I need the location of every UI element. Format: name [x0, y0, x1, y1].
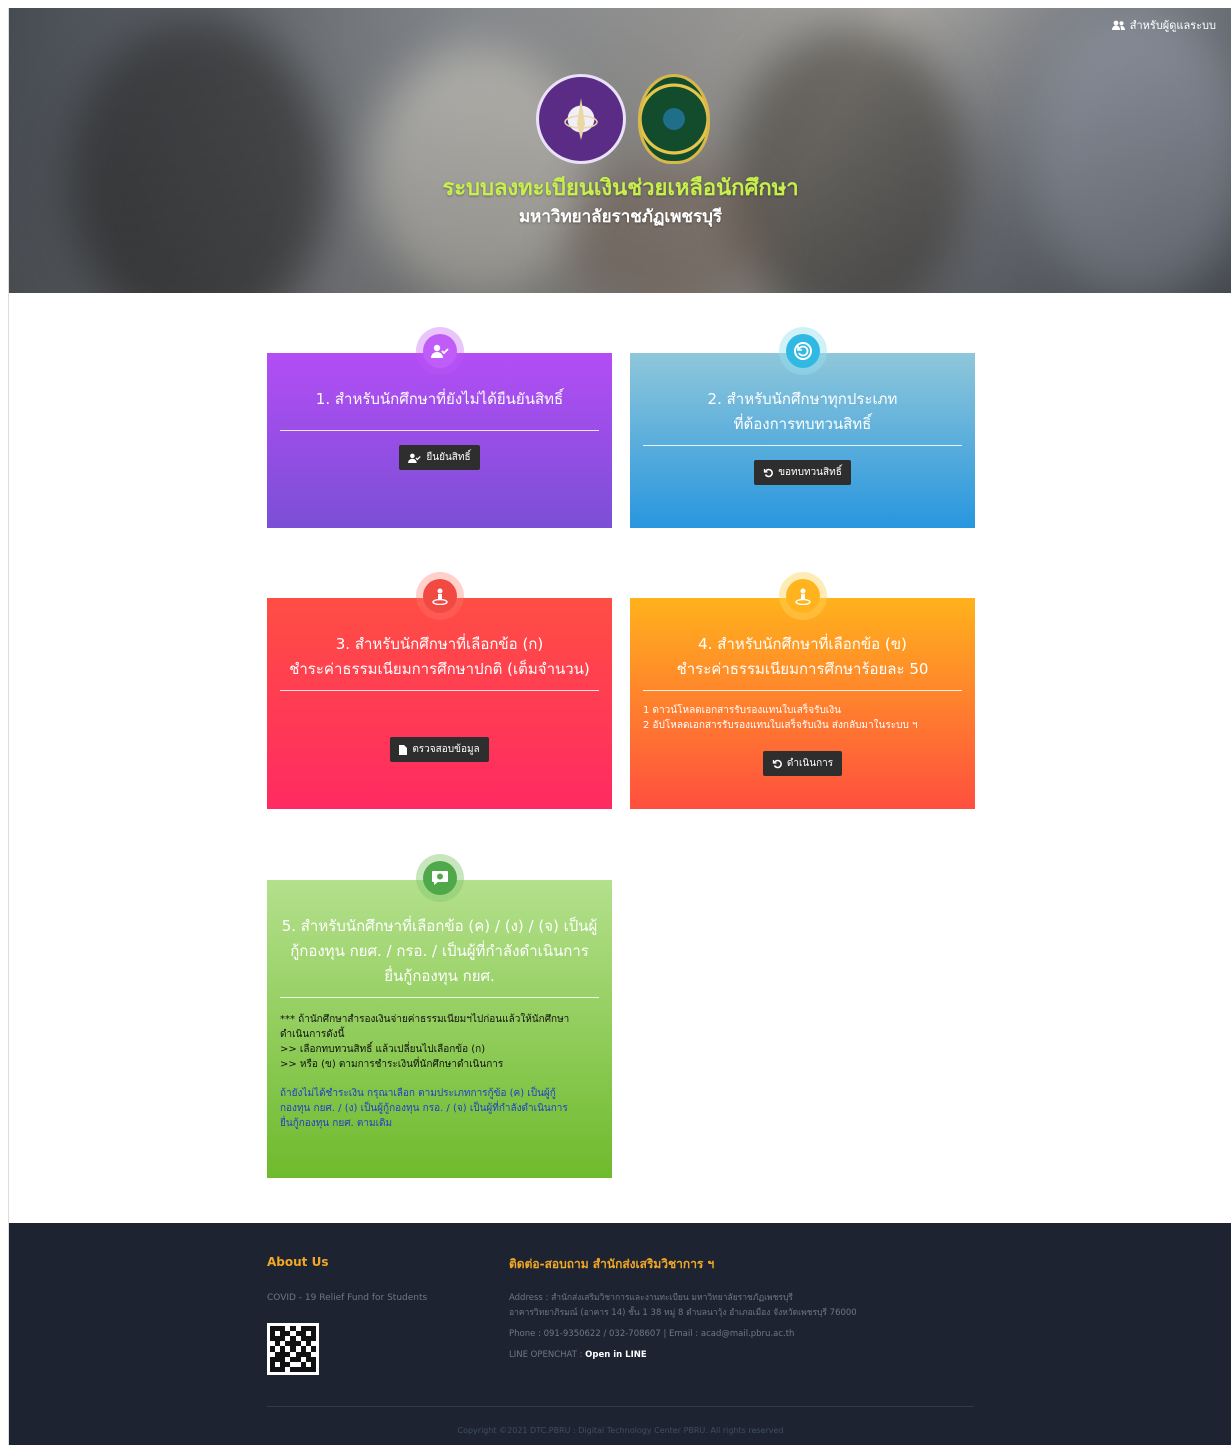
person-location-icon [794, 588, 811, 605]
address-line-1: Address : สำนักส่งเสริมวิชาการและงานทะเบ… [509, 1293, 793, 1303]
page-title: ระบบลงทะเบียนเงินช่วยเหลือนักศึกษา [442, 176, 799, 201]
line-openchat-label: LINE OPENCHAT : [509, 1350, 583, 1360]
footer-contact-info: Address : สำนักส่งเสริมวิชาการและงานทะเบ… [509, 1291, 857, 1363]
undo-icon [764, 468, 774, 477]
hero-banner: สำหรับผู้ดูแลระบบ ระบบลงทะเบียนเงินช่วยเ… [9, 8, 1231, 293]
user-check-icon [430, 344, 449, 358]
proceed-button[interactable]: ดำเนินการ [762, 751, 843, 776]
footer-about-title: About Us [267, 1255, 329, 1269]
instruction-upload: 2 อัปโหลดเอกสารรับรองแทนใบเสร็จรับเงิน ส… [643, 720, 918, 731]
institute-logo [536, 74, 626, 164]
review-rights-button[interactable]: ขอทบทวนสิทธิ์ [754, 460, 851, 485]
university-logo [638, 74, 710, 164]
users-icon [1111, 20, 1125, 30]
money-chat-icon [431, 871, 448, 885]
admin-login-link[interactable]: สำหรับผู้ดูแลระบบ [1111, 16, 1216, 34]
card-option-a: 3. สำหรับนักศึกษาที่เลือกข้อ (ก) ชำระค่าธ… [267, 572, 612, 809]
footer-contact-title: ติดต่อ-สอบถาม สำนักส่งเสริมวิชาการ ฯ [509, 1257, 715, 1271]
qr-code [267, 1323, 319, 1375]
card-option-loan: 5. สำหรับนักศึกษาที่เลือกข้อ (ค) / (ง) /… [267, 854, 612, 1178]
person-location-icon [431, 588, 448, 605]
card-instructions: *** ถ้านักศึกษาสำรองเงินจ่ายค่าธรรมเนียม… [267, 1012, 612, 1131]
card-option-b: 4. สำหรับนักศึกษาที่เลือกข้อ (ข) ชำระค่าธ… [630, 572, 975, 809]
page: สำหรับผู้ดูแลระบบ ระบบลงทะเบียนเงินช่วยเ… [8, 8, 1231, 1445]
page-subtitle: มหาวิทยาลัยราชภัฏเพชรบุรี [518, 207, 723, 227]
card-review-rights: 2. สำหรับนักศึกษาทุกประเภท ที่ต้องการทบทว… [630, 327, 975, 528]
admin-link-label: สำหรับผู้ดูแลระบบ [1129, 19, 1216, 32]
loan-note: ถ้ายังไม่ได้ชำระเงิน กรุณาเลือก ตามประเภ… [280, 1088, 568, 1129]
instruction-download: 1 ดาวน์โหลดเอกสารรับรองแทนใบเสร็จรับเงิน [643, 705, 841, 716]
user-check-icon [408, 453, 422, 463]
undo-icon [793, 342, 812, 360]
file-icon [399, 744, 408, 755]
address-line-2: อาคารวิทยาภิรมณ์ (อาคาร 14) ชั้น 1 38 หม… [509, 1308, 857, 1318]
card-instructions: 1 ดาวน์โหลดเอกสารรับรองแทนใบเสร็จรับเงิน… [630, 703, 975, 733]
open-in-line-link[interactable]: Open in LINE [585, 1350, 647, 1360]
card-verify-rights: 1. สำหรับนักศึกษาที่ยังไม่ได้ยืนยันสิทธิ… [267, 327, 612, 528]
verify-rights-button[interactable]: ยืนยันสิทธิ์ [399, 445, 480, 470]
footer: About Us COVID - 19 Relief Fund for Stud… [9, 1223, 1231, 1445]
undo-icon [772, 759, 782, 768]
check-data-button[interactable]: ตรวจสอบข้อมูล [390, 737, 489, 762]
phone-email: Phone : 091-9350622 / 032-708607 | Email… [509, 1329, 795, 1339]
copyright: Copyright ©2021 DTC.PBRU : Digital Techn… [457, 1426, 784, 1435]
footer-about-text: COVID - 19 Relief Fund for Students [267, 1293, 428, 1303]
